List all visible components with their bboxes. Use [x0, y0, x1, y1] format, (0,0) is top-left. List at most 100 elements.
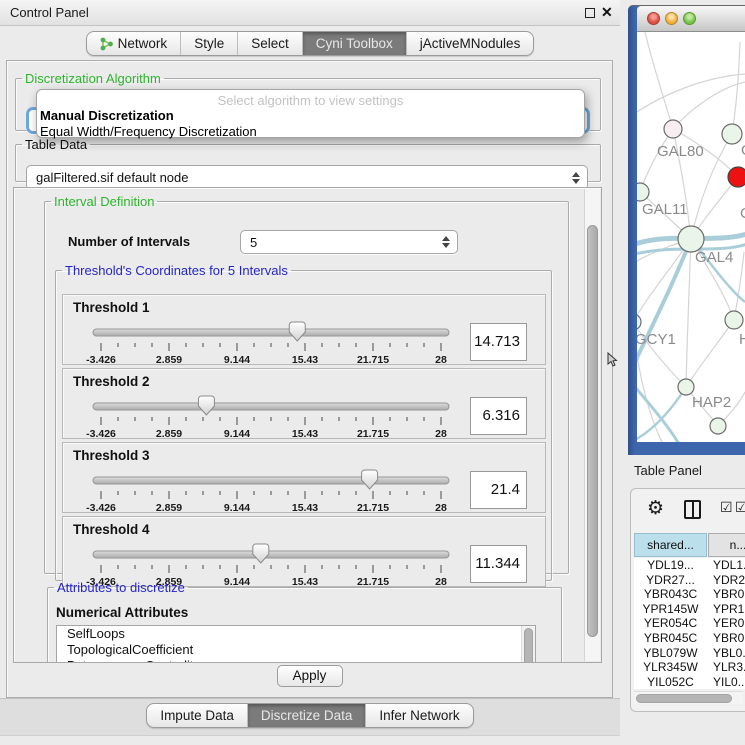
- attribute-list-item[interactable]: SelfLoops: [57, 626, 535, 642]
- network-node[interactable]: [728, 167, 745, 187]
- network-window-titlebar[interactable]: [637, 6, 745, 32]
- cell-shared-name[interactable]: YDL19...: [634, 558, 707, 573]
- tab-style[interactable]: Style: [180, 32, 237, 55]
- cell-name[interactable]: YDL1...: [707, 558, 745, 573]
- slider-thumb[interactable]: [289, 322, 305, 341]
- minimize-traffic-light-icon[interactable]: [665, 12, 678, 25]
- tab-discretize-data[interactable]: Discretize Data: [247, 704, 366, 727]
- network-node[interactable]: [710, 418, 726, 434]
- threshold-value-field[interactable]: 14.713: [470, 323, 527, 361]
- attribute-list-item[interactable]: BetweennessCentrality: [57, 658, 535, 663]
- threshold-slider[interactable]: -3.4262.8599.14415.4321.71528: [93, 469, 449, 515]
- tab-cyni-toolbox[interactable]: Cyni Toolbox: [302, 32, 406, 55]
- table-row[interactable]: YIL052C YIL0...: [634, 675, 745, 689]
- tab-impute-data[interactable]: Impute Data: [147, 704, 247, 727]
- table-row[interactable]: YDL19... YDL1...: [634, 558, 745, 573]
- network-edge[interactable]: [640, 129, 673, 192]
- numerical-attributes-label: Numerical Attributes: [56, 605, 188, 620]
- interval-definition-section: Interval Definition Number of Intervals …: [44, 194, 569, 574]
- cell-shared-name[interactable]: YDR27...: [634, 573, 707, 588]
- checked-checkbox-icon[interactable]: ☑: [735, 500, 745, 516]
- dropdown-option-equal-width[interactable]: Equal Width/Frequency Discretization: [37, 124, 584, 140]
- network-edge[interactable]: [686, 320, 734, 387]
- cell-name[interactable]: YPR1...: [707, 602, 745, 617]
- table-row[interactable]: YER054C YER0...: [634, 616, 745, 631]
- tab-infer-network[interactable]: Infer Network: [365, 704, 472, 727]
- network-edge[interactable]: [734, 252, 744, 320]
- cell-shared-name[interactable]: YBR043C: [634, 587, 707, 602]
- cell-shared-name[interactable]: YIL052C: [634, 675, 707, 689]
- cell-shared-name[interactable]: YLR345W: [634, 660, 707, 675]
- cell-name[interactable]: YBR0...: [707, 631, 745, 646]
- cell-name[interactable]: YIL0...: [707, 675, 745, 689]
- list-scrollbar[interactable]: [521, 626, 535, 663]
- threshold-value-field[interactable]: 6.316: [470, 397, 527, 435]
- table-row[interactable]: YBR045C YBR0...: [634, 631, 745, 646]
- network-node[interactable]: [725, 311, 743, 329]
- threshold-value-field[interactable]: 21.4: [470, 471, 527, 509]
- network-edge[interactable]: [637, 74, 745, 112]
- cell-shared-name[interactable]: YBL079W: [634, 646, 707, 661]
- table-row[interactable]: YLR345W YLR3...: [634, 660, 745, 675]
- network-edge[interactable]: [645, 32, 673, 129]
- network-graph[interactable]: GAL80GACGAL11GAL4GCY1HHAP2: [637, 32, 745, 442]
- network-edge[interactable]: [637, 387, 686, 440]
- network-node[interactable]: [678, 379, 694, 395]
- network-node[interactable]: [637, 183, 649, 201]
- float-window-icon[interactable]: [585, 8, 595, 18]
- gear-icon[interactable]: ⚙: [647, 497, 664, 519]
- network-node[interactable]: [637, 314, 641, 330]
- table-row[interactable]: YPR145W YPR1...: [634, 602, 745, 617]
- table-row[interactable]: YBR043C YBR0...: [634, 587, 745, 602]
- cell-name[interactable]: YBR0...: [707, 587, 745, 602]
- scrollbar-thumb[interactable]: [524, 628, 533, 663]
- panel-title: Control Panel: [10, 5, 89, 20]
- svg-text:21.715: 21.715: [357, 428, 389, 440]
- cell-shared-name[interactable]: YER054C: [634, 616, 707, 631]
- cyni-toolbox-pane: Discretization Algorithm Select algorith…: [6, 60, 613, 698]
- close-traffic-light-icon[interactable]: [647, 12, 660, 25]
- threshold-label: Threshold 3: [73, 448, 150, 463]
- column-header-name[interactable]: n...: [708, 533, 745, 557]
- numerical-attributes-list[interactable]: SelfLoopsTopologicalCoefficientBetweenne…: [56, 625, 536, 663]
- num-intervals-combobox[interactable]: 5: [240, 230, 458, 254]
- bottom-tab-group: Impute Data Discretize Data Infer Networ…: [146, 703, 473, 728]
- cell-name[interactable]: YBL0...: [707, 646, 745, 661]
- zoom-traffic-light-icon[interactable]: [683, 12, 696, 25]
- slider-thumb[interactable]: [253, 544, 269, 563]
- dropdown-option-manual[interactable]: Manual Discretization: [37, 108, 584, 124]
- table-row[interactable]: YDR27... YDR2...: [634, 573, 745, 588]
- cell-name[interactable]: YDR2...: [707, 573, 745, 588]
- threshold-group: Threshold 2 -3.4262.8599.14415.4321.7152…: [62, 368, 546, 439]
- cell-shared-name[interactable]: YBR045C: [634, 631, 707, 646]
- cell-name[interactable]: YER0...: [707, 616, 745, 631]
- table-row[interactable]: YBL079W YBL0...: [634, 646, 745, 661]
- panel-scrollbar[interactable]: [584, 189, 600, 661]
- threshold-value-field[interactable]: 11.344: [470, 545, 527, 583]
- table-hscrollbar[interactable]: [634, 691, 743, 704]
- network-node[interactable]: [722, 124, 742, 144]
- scrollbar-thumb[interactable]: [587, 225, 598, 637]
- network-canvas[interactable]: GAL80GACGAL11GAL4GCY1HHAP2: [637, 32, 745, 442]
- tab-jactivemnodules[interactable]: jActiveMNodules: [406, 32, 534, 55]
- tab-network[interactable]: Network: [87, 32, 181, 55]
- slider-thumb[interactable]: [198, 396, 214, 415]
- column-header-shared-name[interactable]: shared...: [634, 533, 707, 557]
- threshold-slider[interactable]: -3.4262.8599.14415.4321.71528: [93, 395, 449, 441]
- apply-button[interactable]: Apply: [277, 665, 343, 687]
- cell-shared-name[interactable]: YPR145W: [634, 602, 707, 617]
- checked-checkbox-icon[interactable]: ☑: [720, 500, 733, 516]
- node-label: GAL4: [695, 249, 733, 266]
- close-icon[interactable]: ✕: [601, 4, 613, 21]
- network-edge[interactable]: [732, 42, 740, 134]
- threshold-slider[interactable]: -3.4262.8599.14415.4321.71528: [93, 321, 449, 367]
- attribute-list-item[interactable]: TopologicalCoefficient: [57, 642, 535, 658]
- column-layout-icon[interactable]: [684, 500, 701, 519]
- cell-name[interactable]: YLR3...: [707, 660, 745, 675]
- network-node[interactable]: [664, 120, 682, 138]
- slider-thumb[interactable]: [362, 470, 378, 489]
- scrollbar-thumb[interactable]: [636, 694, 732, 703]
- network-edge[interactable]: [686, 239, 691, 387]
- svg-text:28: 28: [435, 502, 447, 514]
- tab-select[interactable]: Select: [237, 32, 302, 55]
